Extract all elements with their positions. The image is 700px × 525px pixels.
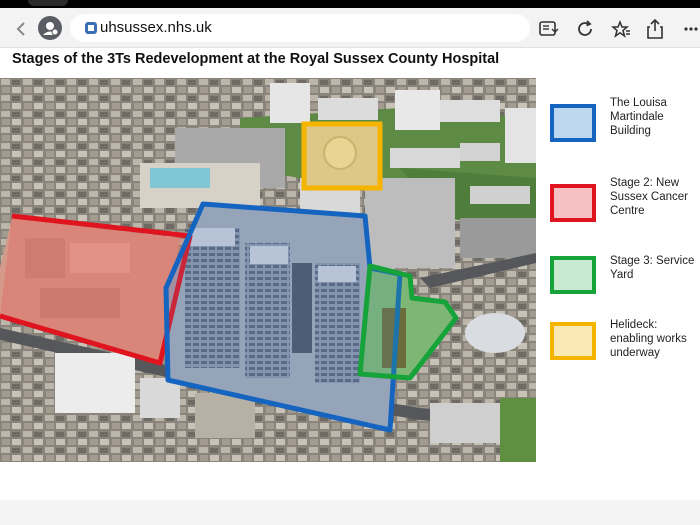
url-text: uhsussex.nhs.uk (100, 19, 212, 36)
legend-swatch-yellow (550, 322, 596, 360)
aerial-photo (0, 78, 536, 462)
page-footer-band (0, 500, 700, 525)
address-bar[interactable]: uhsussex.nhs.uk (70, 14, 530, 42)
legend-label: Helideck: enabling works underway (610, 319, 687, 359)
helideck-outline (301, 121, 383, 191)
legend-swatch-red (550, 184, 596, 222)
profile-icon[interactable] (38, 16, 62, 40)
legend-label: The Louisa Martindale Building (610, 97, 667, 137)
legend-swatch-blue (550, 104, 596, 142)
more-icon[interactable] (680, 18, 700, 40)
legend-swatch-green (550, 256, 596, 294)
legend-label: Stage 3: Service Yard (610, 255, 695, 281)
browser-toolbar: uhsussex.nhs.uk (0, 8, 700, 48)
share-icon[interactable] (644, 18, 666, 40)
status-strip (0, 0, 700, 8)
favorites-icon[interactable] (610, 18, 632, 40)
notch (28, 0, 68, 6)
chevron-left-icon[interactable] (10, 18, 32, 40)
legend-label: Stage 2: New Sussex Cancer Centre (610, 177, 688, 217)
site-icon (85, 22, 97, 34)
reader-mode-icon[interactable] (538, 18, 560, 40)
reload-icon[interactable] (574, 18, 596, 40)
page-title: Stages of the 3Ts Redevelopment at the R… (12, 51, 500, 67)
